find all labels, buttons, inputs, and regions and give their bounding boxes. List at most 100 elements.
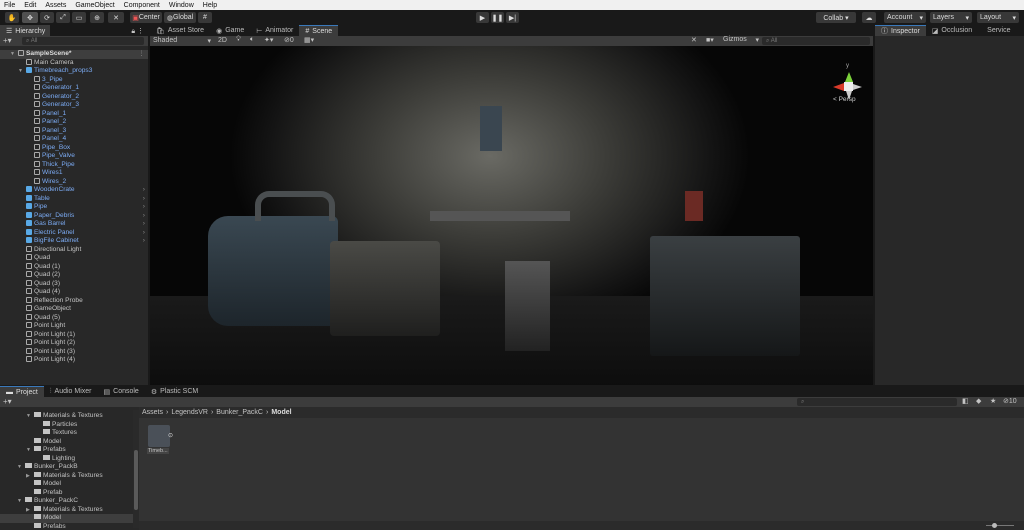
hierarchy-item[interactable]: Point Light (2) (0, 339, 148, 348)
menu-gameobject[interactable]: GameObject (75, 2, 114, 9)
tab-animator[interactable]: ⊢ Animator (250, 25, 299, 36)
play-button[interactable]: ▶ (476, 12, 489, 23)
hierarchy-item[interactable]: ▼ Timebreach_props3 (0, 67, 148, 76)
hierarchy-item[interactable]: Generator_2 (0, 92, 148, 102)
project-folder-item[interactable]: Prefab (0, 488, 133, 498)
pivot-global-button[interactable]: ◍ Global (164, 12, 196, 23)
scale-tool-icon[interactable]: ⤢ (56, 12, 70, 23)
breadcrumb-item[interactable]: Assets (142, 407, 163, 418)
hierarchy-item[interactable]: Point Light (0, 322, 148, 331)
more-menu-icon[interactable]: ⋮ (138, 50, 145, 59)
hand-tool-icon[interactable]: ✋ (5, 12, 19, 23)
asset-expand-icon[interactable]: ⊙ (168, 432, 173, 439)
hierarchy-search-input[interactable]: ⌕ All (22, 37, 144, 45)
hierarchy-item[interactable]: Point Light (1) (0, 330, 148, 340)
expand-arrow-icon[interactable]: ▼ (10, 50, 16, 59)
hierarchy-item[interactable]: Panel_4 (0, 135, 148, 144)
hierarchy-item[interactable]: Panel_3 (0, 126, 148, 136)
tab-inspector[interactable]: ⓘ Inspector (875, 25, 926, 36)
search-by-type-icon[interactable]: ◧ (962, 397, 969, 405)
hierarchy-item[interactable]: Quad (4) (0, 288, 148, 297)
hierarchy-item[interactable]: Pipe_Box (0, 143, 148, 153)
hierarchy-item[interactable]: Quad (2) (0, 271, 148, 280)
lock-icon[interactable]: 🔒︎ ⋮ (131, 27, 144, 36)
hierarchy-item[interactable]: Table › (0, 194, 148, 204)
chevron-right-icon[interactable]: › (143, 237, 145, 246)
chevron-right-icon[interactable]: › (143, 220, 145, 229)
gizmo-x-axis[interactable] (833, 83, 844, 91)
zoom-slider[interactable] (986, 523, 1014, 528)
project-folder-item[interactable]: Prefabs (0, 522, 133, 530)
custom-tool-icon[interactable]: ✕ (108, 12, 124, 23)
shading-dropdown[interactable]: Shaded ▾ (151, 37, 213, 45)
tab-plastic-scm[interactable]: ⚙ Plastic SCM (145, 386, 204, 397)
pause-button[interactable]: ❚❚ (491, 12, 504, 23)
menu-edit[interactable]: Edit (24, 2, 36, 9)
hierarchy-item[interactable]: Electric Panel › (0, 228, 148, 238)
transform-tool-icon[interactable]: ⊕ (90, 12, 104, 23)
tab-console[interactable]: ▤ Console (98, 386, 145, 397)
menu-window[interactable]: Window (169, 2, 194, 9)
menu-component[interactable]: Component (124, 2, 160, 9)
pivot-center-button[interactable]: ▣ Center (130, 12, 162, 23)
project-folder-item[interactable]: ▼ Prefabs (0, 446, 133, 455)
hierarchy-item[interactable]: Wires1 (0, 169, 148, 178)
hierarchy-item[interactable]: Panel_2 (0, 118, 148, 127)
expand-arrow-icon[interactable]: ▼ (18, 67, 24, 76)
hierarchy-item[interactable]: Panel_1 (0, 109, 148, 119)
expand-arrow-icon[interactable]: ▼ (26, 446, 32, 455)
chevron-right-icon[interactable]: › (143, 212, 145, 221)
search-by-label-icon[interactable]: ◆ (976, 397, 981, 405)
layout-dropdown[interactable]: Layout ▾ (977, 12, 1019, 23)
project-folder-item[interactable]: Model (0, 437, 133, 447)
project-folder-item[interactable]: Lighting (0, 454, 133, 464)
collapse-arrow-icon[interactable]: ▶ (26, 506, 32, 515)
chevron-right-icon[interactable]: › (143, 195, 145, 204)
tab-scene[interactable]: # Scene (299, 25, 339, 36)
rotate-tool-icon[interactable]: ⟳ (40, 12, 54, 23)
scene-viewport[interactable]: y < Persp (150, 46, 873, 385)
project-folder-item[interactable]: Model (0, 514, 133, 523)
hierarchy-item[interactable]: Gas Barrel › (0, 220, 148, 229)
breadcrumb-item[interactable]: Model (271, 407, 291, 418)
hierarchy-item[interactable]: 3_Pipe (0, 75, 148, 85)
hierarchy-item[interactable]: GameObject (0, 305, 148, 314)
tab-service[interactable]: Service (978, 25, 1016, 36)
hierarchy-item[interactable]: Reflection Probe (0, 296, 148, 306)
expand-arrow-icon[interactable]: ▼ (17, 463, 23, 472)
effects-icon[interactable]: ✦▾ (264, 36, 273, 44)
gizmo-y-axis[interactable] (845, 72, 853, 82)
gizmo-neg-x-axis[interactable] (853, 84, 862, 90)
project-folder-item[interactable]: ▶ Materials & Textures (0, 505, 133, 515)
project-search-input[interactable]: ⌕ (797, 398, 957, 406)
project-folder-item[interactable]: ▶ Materials & Textures (0, 471, 133, 481)
tab-hierarchy[interactable]: ☰ Hierarchy (0, 25, 50, 36)
hidden-packages-icon[interactable]: ⊘10 (1003, 397, 1017, 405)
project-folder-item[interactable]: Textures (0, 429, 133, 438)
project-folder-item[interactable]: ▼ Bunker_PackC (0, 497, 133, 506)
account-dropdown[interactable]: Account ▾ (884, 12, 926, 23)
menu-file[interactable]: File (4, 2, 15, 9)
menu-help[interactable]: Help (203, 2, 217, 9)
hidden-objects-icon[interactable]: ⊘0 (284, 36, 294, 44)
camera-icon[interactable]: ■▾ (706, 36, 714, 44)
lighting-icon[interactable]: 💡︎ (236, 36, 241, 44)
rect-tool-icon[interactable]: ▭ (72, 12, 86, 23)
hierarchy-item[interactable]: Point Light (4) (0, 356, 148, 365)
menu-assets[interactable]: Assets (45, 2, 66, 9)
project-folder-item[interactable]: Particles (0, 420, 133, 430)
hierarchy-item[interactable]: Main Camera (0, 58, 148, 68)
tab-occlusion[interactable]: ◪ Occlusion (926, 25, 978, 36)
add-icon[interactable]: +▾ (3, 397, 12, 407)
hierarchy-item[interactable]: Quad (5) (0, 313, 148, 323)
gizmos-dropdown[interactable]: Gizmos ▾ (723, 36, 759, 44)
project-folder-item[interactable]: ▼ Bunker_PackB (0, 463, 133, 472)
tab-game[interactable]: ◉ Game (210, 25, 250, 36)
project-folder-item[interactable]: Model (0, 480, 133, 489)
step-button[interactable]: ▶| (506, 12, 519, 23)
expand-arrow-icon[interactable]: ▼ (26, 412, 32, 421)
hierarchy-item[interactable]: Directional Light (0, 245, 148, 255)
chevron-right-icon[interactable]: › (143, 203, 145, 212)
hierarchy-item[interactable]: WoodenCrate › (0, 186, 148, 195)
collab-button[interactable]: Collab ▾ (816, 12, 856, 23)
